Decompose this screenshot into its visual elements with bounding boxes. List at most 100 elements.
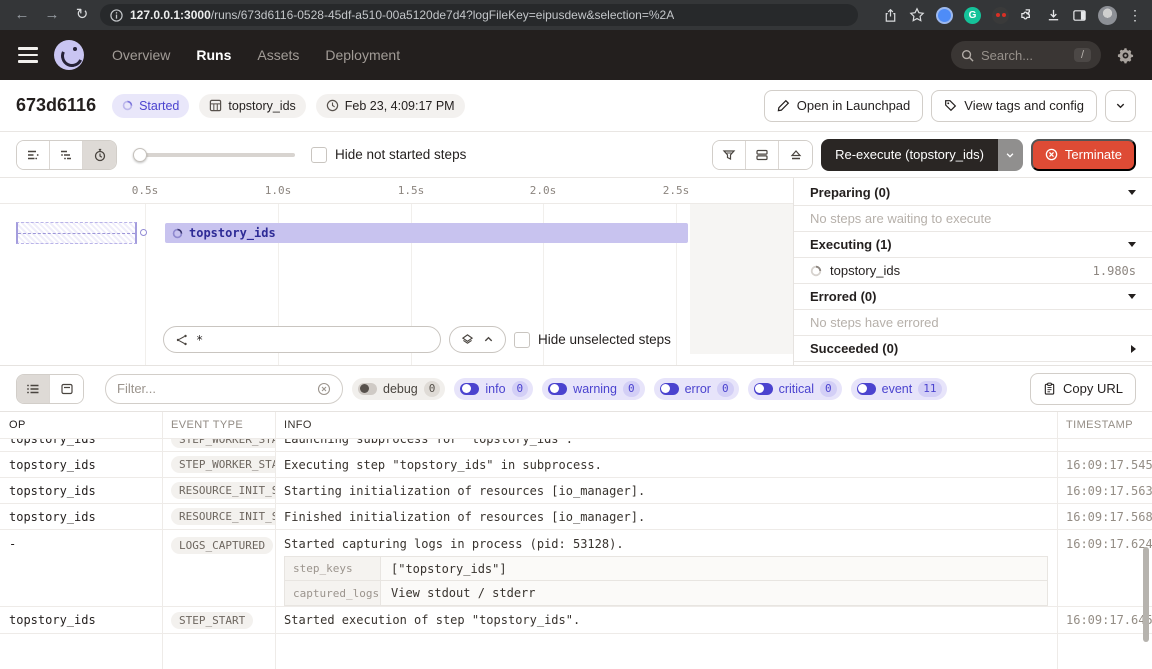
- browser-forward-icon[interactable]: →: [40, 0, 64, 30]
- hide-unselected-checkbox-row[interactable]: Hide unselected steps: [514, 332, 671, 348]
- browser-refresh-icon[interactable]: ↻: [70, 0, 94, 30]
- eject-icon: [789, 148, 803, 162]
- extensions-puzzle-icon[interactable]: [1020, 8, 1035, 23]
- log-row[interactable]: topstory_ids STEP_START Started executio…: [0, 607, 1152, 634]
- run-started-time-label: Feb 23, 4:09:17 PM: [345, 99, 455, 113]
- toggle-count: 0: [717, 381, 734, 397]
- cell-op: topstory_ids: [0, 607, 163, 633]
- info-block: Started capturing logs in process (pid: …: [284, 537, 1049, 606]
- filter-funnel-button[interactable]: [713, 141, 746, 169]
- slider-knob[interactable]: [133, 148, 147, 162]
- search-icon: [961, 49, 974, 62]
- log-structured-view-button[interactable]: [50, 375, 83, 403]
- extension-clock-icon[interactable]: [936, 7, 953, 24]
- reexecute-button[interactable]: Re-execute (topstory_ids): [821, 139, 998, 171]
- flat-view-button[interactable]: [17, 141, 50, 169]
- log-scrollbar-thumb[interactable]: [1143, 547, 1149, 642]
- spinner-icon: [122, 100, 133, 111]
- cell-op: topstory_ids: [0, 478, 163, 503]
- side-panel-icon[interactable]: [1072, 8, 1087, 23]
- toggle-warning[interactable]: warning 0: [542, 378, 644, 400]
- collapse-layers-button[interactable]: [449, 326, 506, 353]
- dagster-logo[interactable]: [54, 40, 84, 70]
- gantt-controls: Hide unselected steps: [163, 326, 671, 353]
- log-row[interactable]: topstory_ids STEP_WORKER_STARTED Executi…: [0, 452, 1152, 478]
- address-bar[interactable]: 127.0.0.1:3000/runs/673d6116-0528-45df-a…: [100, 4, 858, 26]
- waterfall-view-button[interactable]: [50, 141, 83, 169]
- toggle-event[interactable]: event 11: [851, 378, 947, 400]
- terminate-button[interactable]: Terminate: [1031, 139, 1136, 171]
- nav-runs[interactable]: Runs: [196, 47, 231, 63]
- global-search-input[interactable]: Search... /: [951, 41, 1101, 69]
- gantt-step-bar[interactable]: topstory_ids: [165, 223, 688, 243]
- site-info-icon[interactable]: [110, 9, 123, 22]
- executing-section-header[interactable]: Executing (1): [794, 232, 1152, 258]
- cell-info: Launching subprocess for "topstory_ids".: [276, 439, 1058, 452]
- gantt-step-bar-label: topstory_ids: [189, 226, 276, 240]
- log-row-logs-captured[interactable]: - LOGS_CAPTURED Started capturing logs i…: [0, 530, 1152, 607]
- log-toolbar: debug 0 info 0 warning 0 error 0 critica…: [0, 366, 1152, 411]
- log-filter-input[interactable]: [117, 381, 311, 396]
- nav-deployment[interactable]: Deployment: [325, 47, 400, 63]
- run-header-more-button[interactable]: [1105, 90, 1136, 122]
- view-stdout-stderr-link[interactable]: View stdout / stderr: [381, 586, 1047, 600]
- browser-back-icon[interactable]: ←: [10, 0, 34, 30]
- header-event-type: EVENT TYPE: [163, 412, 276, 438]
- reexecute-split-button: Re-execute (topstory_ids): [821, 139, 1023, 171]
- log-table-header: OP EVENT TYPE INFO TIMESTAMP: [0, 412, 1152, 439]
- nav-assets[interactable]: Assets: [257, 47, 299, 63]
- hide-not-started-checkbox-row[interactable]: Hide not started steps: [311, 147, 466, 163]
- run-id: 673d6116: [16, 95, 96, 116]
- stopwatch-icon: [93, 148, 107, 162]
- step-selection-input[interactable]: [196, 333, 429, 347]
- log-row[interactable]: topstory_ids RESOURCE_INIT_STAR... Start…: [0, 478, 1152, 504]
- hide-not-started-checkbox[interactable]: [311, 147, 327, 163]
- nav-overview[interactable]: Overview: [112, 47, 170, 63]
- toggle-debug[interactable]: debug 0: [352, 378, 445, 400]
- executing-step-row[interactable]: topstory_ids 1.980s: [794, 258, 1152, 284]
- browser-profile-avatar[interactable]: [1098, 6, 1117, 25]
- gantt-zoom-slider[interactable]: [133, 148, 295, 162]
- settings-gear-icon[interactable]: [1117, 47, 1134, 64]
- hide-unselected-checkbox[interactable]: [514, 332, 530, 348]
- view-tags-config-button[interactable]: View tags and config: [931, 90, 1097, 122]
- extension-grammarly-icon[interactable]: G: [964, 7, 981, 24]
- downloads-icon[interactable]: [1046, 8, 1061, 23]
- toggle-critical[interactable]: critical 0: [748, 378, 842, 400]
- bookmark-star-icon[interactable]: [909, 7, 925, 23]
- job-name-pill[interactable]: topstory_ids: [199, 94, 305, 118]
- log-row-clipped[interactable]: topstory_ids STEP_WORKER_STARTI... Launc…: [0, 439, 1152, 452]
- eject-panel-button[interactable]: [779, 141, 812, 169]
- toggle-label: warning: [573, 382, 617, 396]
- succeeded-section-header[interactable]: Succeeded (0): [794, 336, 1152, 362]
- log-list-view-button[interactable]: [17, 375, 50, 403]
- copy-url-button[interactable]: Copy URL: [1030, 373, 1136, 405]
- share-icon[interactable]: [883, 8, 898, 23]
- timed-view-button[interactable]: [83, 141, 116, 169]
- toggle-info[interactable]: info 0: [454, 378, 533, 400]
- split-rows-button[interactable]: [746, 141, 779, 169]
- preparing-section-header[interactable]: Preparing (0): [794, 180, 1152, 206]
- log-row[interactable]: topstory_ids RESOURCE_INIT_SUCC... Finis…: [0, 504, 1152, 530]
- clear-filter-icon[interactable]: [317, 382, 331, 396]
- header-op: OP: [0, 412, 163, 438]
- job-grid-icon: [209, 99, 222, 112]
- errored-title: Errored (0): [810, 289, 876, 304]
- axis-tick: 2.5s: [663, 184, 690, 197]
- hide-not-started-label: Hide not started steps: [335, 147, 466, 162]
- hamburger-menu-icon[interactable]: [18, 47, 38, 63]
- reexecute-dropdown-button[interactable]: [998, 139, 1023, 171]
- errored-section-header[interactable]: Errored (0): [794, 284, 1152, 310]
- executing-step-name: topstory_ids: [830, 263, 900, 278]
- cell-timestamp: [1058, 439, 1152, 452]
- run-status-badge: Started: [112, 94, 189, 118]
- extension-eyes-icon[interactable]: [992, 7, 1009, 24]
- browser-menu-icon[interactable]: ⋮: [1128, 7, 1142, 24]
- toggle-error[interactable]: error 0: [654, 378, 739, 400]
- chevron-down-icon: [1115, 100, 1126, 111]
- structured-view-icon: [60, 382, 74, 396]
- app-nav: Overview Runs Assets Deployment Search..…: [0, 30, 1152, 80]
- toggle-label: debug: [383, 382, 418, 396]
- open-in-launchpad-button[interactable]: Open in Launchpad: [764, 90, 923, 122]
- toggle-count: 0: [820, 381, 837, 397]
